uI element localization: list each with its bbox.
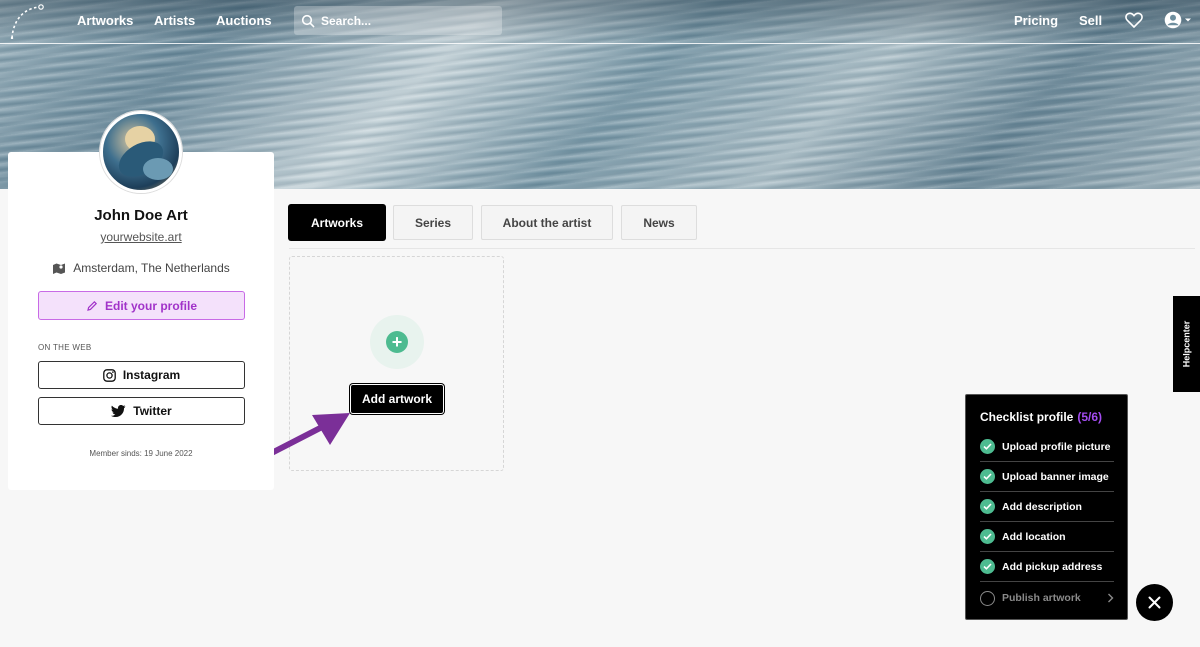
on-the-web-heading: ON THE WEB — [38, 343, 92, 352]
tab-about-the-artist[interactable]: About the artist — [481, 205, 613, 240]
nav-link-artworks[interactable]: Artworks — [77, 13, 133, 28]
empty-circle-icon — [980, 590, 995, 606]
nav-link-auctions[interactable]: Auctions — [216, 13, 272, 28]
checklist-item-label: Upload banner image — [1002, 470, 1109, 483]
profile-website-link[interactable]: yourwebsite.art — [100, 230, 181, 244]
checklist-count: (5/6) — [1077, 410, 1103, 424]
checklist-item-label: Add description — [1002, 500, 1082, 513]
nav-link-artists[interactable]: Artists — [154, 13, 195, 28]
tab-series[interactable]: Series — [393, 205, 473, 240]
checklist-item-add-description[interactable]: Add description — [980, 492, 1114, 522]
instagram-button[interactable]: Instagram — [38, 361, 245, 389]
instagram-label: Instagram — [122, 368, 181, 382]
location-text: Amsterdam, The Netherlands — [73, 261, 230, 275]
heart-icon[interactable] — [1125, 12, 1143, 28]
check-icon — [980, 559, 995, 574]
plus-icon: + — [386, 331, 408, 353]
edit-profile-button[interactable]: Edit your profile — [38, 291, 245, 320]
tab-news[interactable]: News — [621, 205, 697, 240]
checklist-item-upload-banner-image[interactable]: Upload banner image — [980, 462, 1114, 492]
profile-location: Amsterdam, The Netherlands — [8, 261, 274, 275]
nav-link-pricing[interactable]: Pricing — [1014, 13, 1058, 28]
checklist-profile-panel: Checklist profile (5/6) Upload profile pi… — [965, 394, 1128, 620]
checklist-title: Checklist profile (5/6) — [980, 410, 1102, 424]
check-icon — [980, 469, 995, 484]
twitter-icon — [111, 405, 126, 417]
instagram-icon — [102, 368, 116, 382]
add-artwork-plus-button[interactable]: + — [370, 315, 424, 369]
search-input[interactable] — [321, 13, 491, 28]
profile-website: yourwebsite.art — [8, 230, 274, 244]
nav-link-sell[interactable]: Sell — [1079, 13, 1102, 28]
site-logo-icon[interactable] — [9, 3, 45, 39]
tabs-divider — [289, 248, 1195, 249]
twitter-button[interactable]: Twitter — [38, 397, 245, 425]
checklist-item-add-location[interactable]: Add location — [980, 522, 1114, 552]
checklist-item-label: Add location — [1002, 530, 1066, 543]
profile-name: John Doe Art — [94, 207, 188, 224]
user-account-icon[interactable] — [1164, 11, 1194, 29]
chevron-right-icon — [1108, 593, 1114, 603]
top-navigation: Artworks Artists Auctions Pricing Sell — [0, 0, 1200, 44]
checklist-item-add-pickup-address[interactable]: Add pickup address — [980, 552, 1114, 582]
close-icon — [1148, 596, 1161, 609]
checklist-item-label: Publish artwork — [1002, 592, 1081, 604]
checklist-item-label: Upload profile picture — [1002, 440, 1111, 453]
pencil-icon — [87, 300, 98, 311]
checklist-item-publish-artwork[interactable]: Publish artwork — [980, 583, 1114, 613]
tab-artworks[interactable]: Artworks — [289, 205, 385, 240]
add-artwork-button[interactable]: Add artwork — [351, 385, 443, 413]
check-icon — [980, 529, 995, 544]
checklist-item-upload-profile-picture[interactable]: Upload profile picture — [980, 432, 1114, 462]
member-since-text: Member sinds: 19 June 2022 — [89, 449, 193, 458]
helpcenter-label: Helpcenter — [1181, 320, 1192, 368]
twitter-label: Twitter — [133, 404, 172, 418]
edit-profile-label: Edit your profile — [104, 298, 197, 313]
check-icon — [980, 439, 995, 454]
helpcenter-tab[interactable]: Helpcenter — [1173, 296, 1200, 392]
close-checklist-button[interactable] — [1136, 584, 1173, 621]
checklist-item-label: Add pickup address — [1002, 560, 1103, 573]
profile-card: John Doe Art yourwebsite.art Amsterdam, … — [8, 152, 274, 490]
checklist-title-text: Checklist profile — [980, 410, 1074, 424]
map-icon — [53, 263, 66, 274]
search-box[interactable] — [294, 6, 502, 35]
check-icon — [980, 499, 995, 514]
search-icon — [301, 14, 315, 27]
profile-avatar[interactable] — [100, 111, 182, 193]
